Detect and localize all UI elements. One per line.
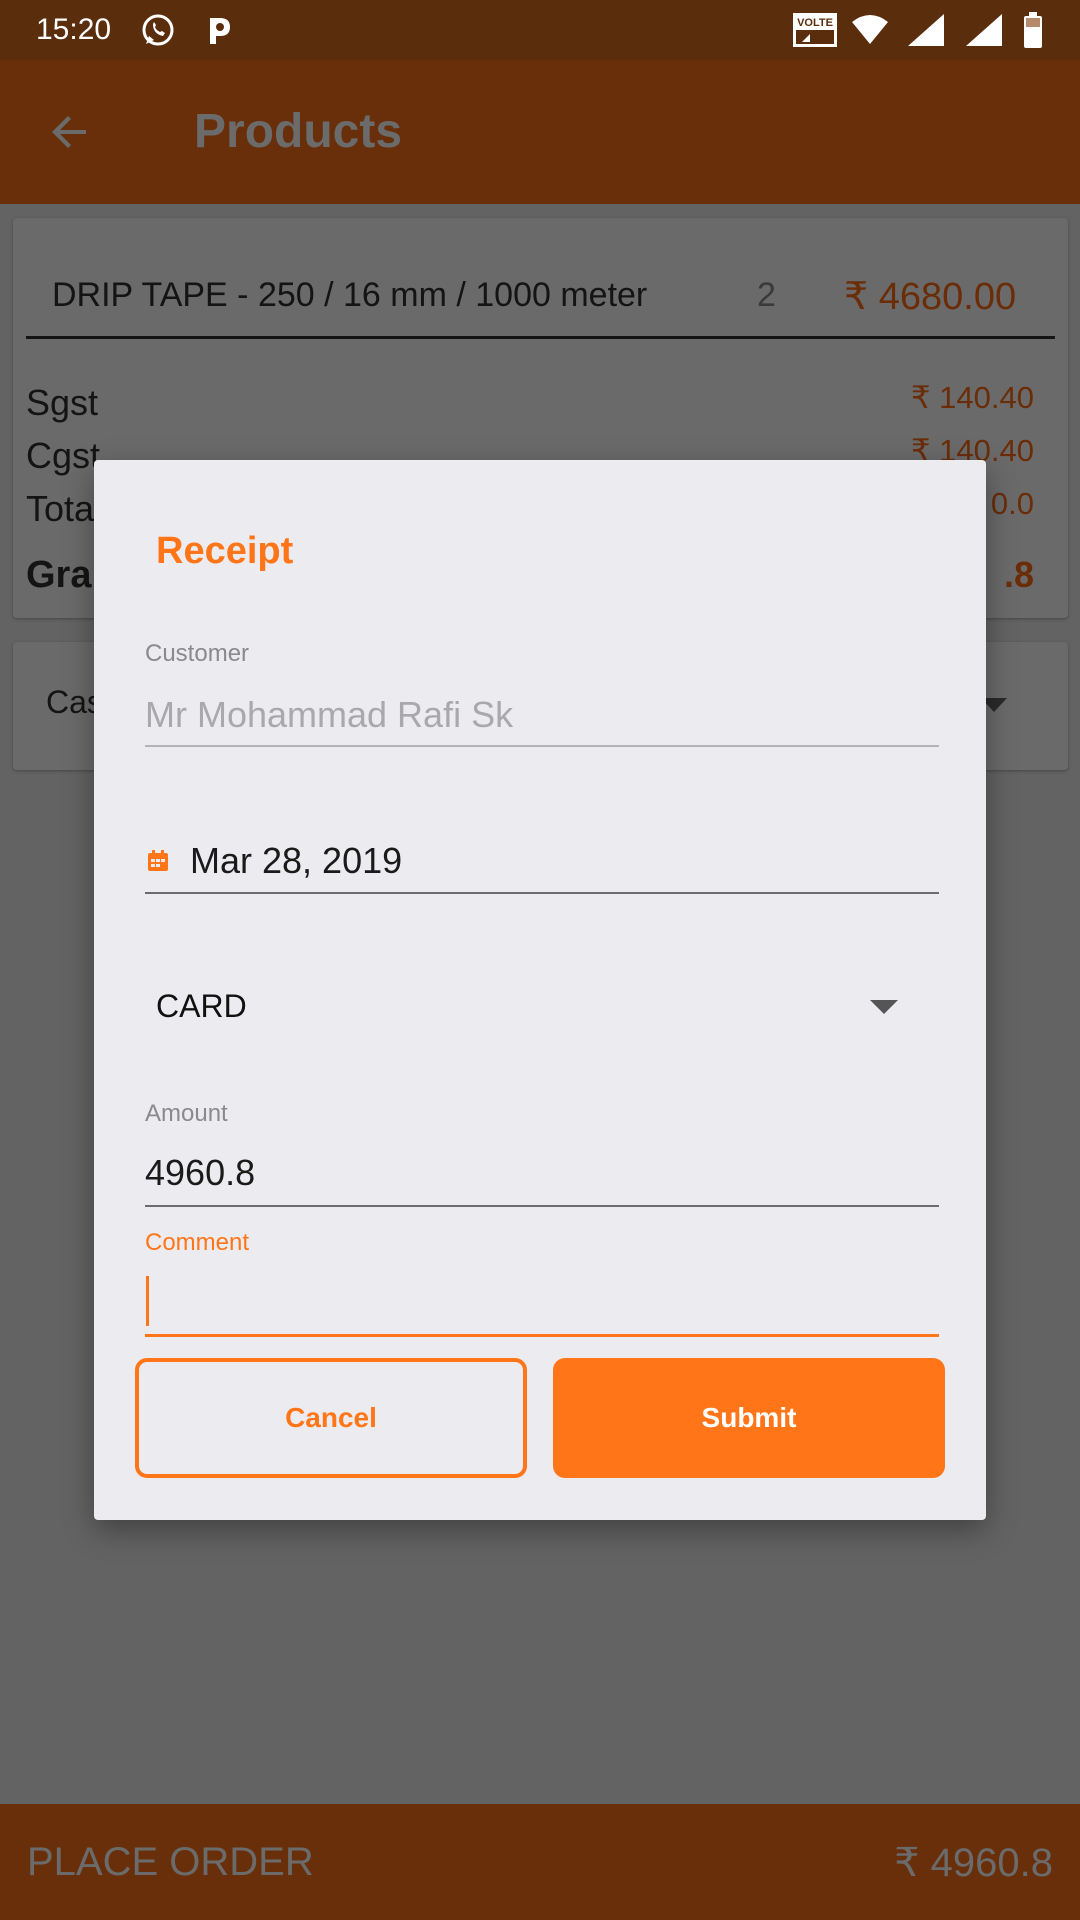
payment-mode-select[interactable]: CARD (156, 988, 950, 1025)
app-bar: Products (0, 60, 1080, 204)
signal-icon-2 (966, 14, 1002, 46)
amount-label: Amount (145, 1100, 228, 1127)
bottom-bar: PLACE ORDER ₹ 4960.8 (0, 1804, 1080, 1920)
submit-button[interactable]: Submit (553, 1358, 945, 1478)
signal-icon (908, 14, 944, 46)
order-total: ₹ 4960.8 (894, 1841, 1053, 1885)
volte-label: VOLTE (797, 17, 833, 29)
grand-total-value: .8 (1003, 554, 1034, 595)
total-value: 0.0 (990, 486, 1034, 521)
date-field[interactable]: Mar 28, 2019 (190, 840, 890, 882)
comment-underline (145, 1334, 939, 1337)
calendar-icon (148, 850, 168, 871)
customer-underline (145, 745, 939, 747)
cancel-button[interactable]: Cancel (135, 1358, 527, 1478)
sgst-value: ₹ 140.40 (910, 380, 1034, 415)
payment-mode-dropdown-icon[interactable] (870, 1000, 898, 1014)
amount-underline (145, 1205, 939, 1207)
total-label: Tota (26, 488, 95, 529)
parking-app-icon (210, 18, 230, 44)
amount-field[interactable]: 4960.8 (145, 1152, 939, 1194)
grand-total-label: Gra (26, 554, 92, 596)
product-price: ₹ 4680.00 (844, 276, 1017, 318)
page-title: Products (194, 105, 403, 158)
back-arrow-icon[interactable] (46, 108, 94, 156)
whatsapp-icon (142, 14, 174, 46)
text-cursor (146, 1276, 149, 1326)
cgst-label: Cgst (26, 435, 101, 476)
receipt-dialog: Receipt Customer Mr Mohammad Rafi Sk Mar… (94, 460, 986, 1520)
status-bar: 15:20 VOLTE (0, 0, 1080, 60)
battery-icon (1024, 12, 1042, 48)
product-name: DRIP TAPE - 250 / 16 mm / 1000 meter (52, 276, 648, 314)
comment-field[interactable] (145, 1276, 939, 1322)
wifi-icon (852, 15, 888, 44)
date-underline (145, 892, 939, 894)
dialog-title: Receipt (156, 530, 294, 572)
volte-icon: VOLTE (793, 13, 837, 47)
customer-field[interactable]: Mr Mohammad Rafi Sk (145, 694, 939, 736)
customer-label: Customer (145, 640, 250, 667)
place-order-button[interactable]: PLACE ORDER (27, 1840, 314, 1885)
comment-label: Comment (145, 1229, 250, 1256)
divider (26, 336, 1055, 339)
product-qty: 2 (757, 276, 776, 314)
status-time: 15:20 (36, 13, 112, 46)
sgst-label: Sgst (26, 382, 99, 423)
